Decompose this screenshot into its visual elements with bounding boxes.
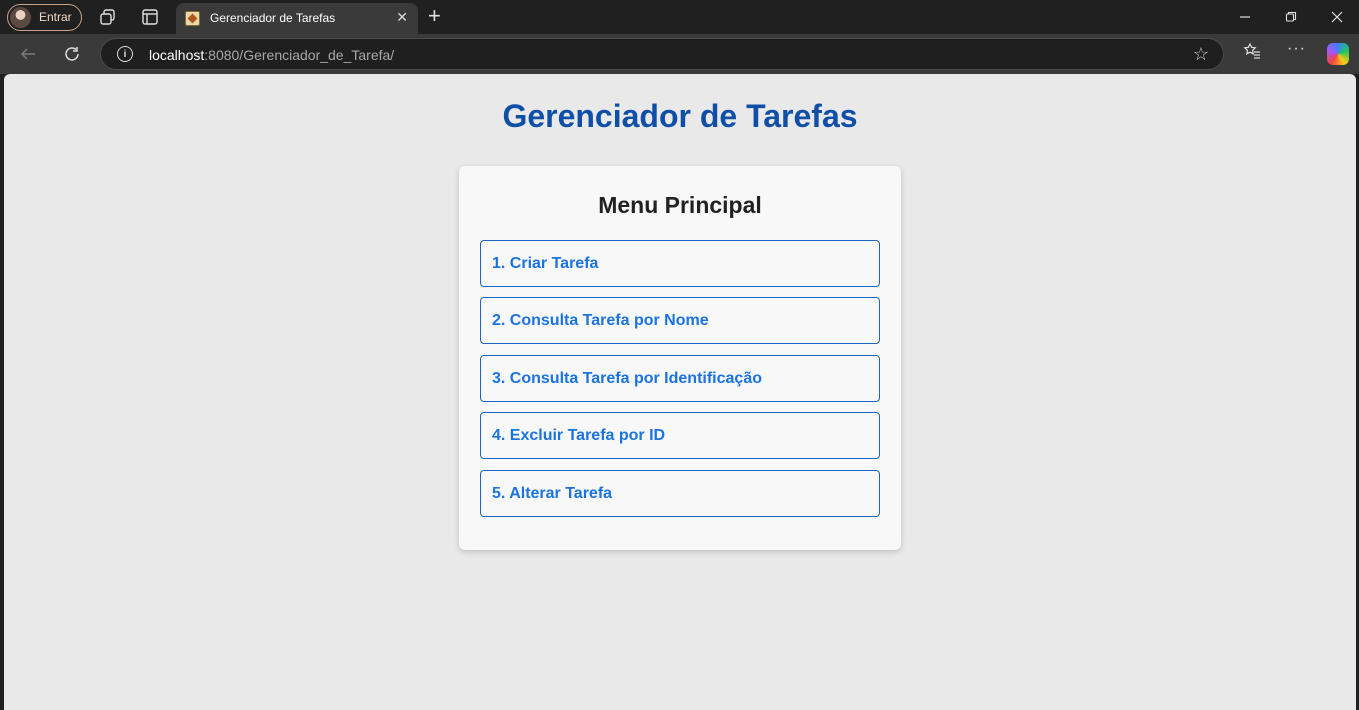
minimize-icon[interactable] [1234,6,1256,28]
avatar [10,7,31,28]
site-info-icon[interactable]: i [117,46,133,62]
tab-close-icon[interactable]: ✕ [396,9,408,26]
menu-item-criar-tarefa[interactable]: 1. Criar Tarefa [480,240,880,287]
restore-icon[interactable] [1280,6,1302,28]
menu-item-label: 2. Consulta Tarefa por Nome [492,312,709,329]
tab-bar: Entrar Gerenciador de Tarefas ✕ + [0,0,1359,34]
active-tab[interactable]: Gerenciador de Tarefas ✕ [176,3,418,34]
menu-item-label: 1. Criar Tarefa [492,255,599,272]
url-host: localhost [149,47,205,63]
back-icon[interactable] [17,43,39,65]
menu-item-label: 4. Excluir Tarefa por ID [492,427,666,444]
profile-label: Entrar [39,10,72,24]
favorite-star-icon[interactable]: ☆ [1193,44,1209,65]
favorites-icon[interactable] [1243,42,1261,65]
copilot-icon[interactable] [1327,43,1349,65]
profile-button[interactable]: Entrar [7,4,82,31]
tab-actions-icon[interactable] [140,7,160,27]
menu-item-alterar-tarefa[interactable]: 5. Alterar Tarefa [480,470,880,517]
page-viewport: Gerenciador de Tarefas Menu Principal 1.… [4,74,1356,710]
address-bar[interactable]: i localhost:8080/Gerenciador_de_Tarefa/ … [100,38,1224,70]
tab-title: Gerenciador de Tarefas [210,11,336,25]
menu-item-excluir-por-id[interactable]: 4. Excluir Tarefa por ID [480,412,880,459]
site-favicon-icon [185,11,200,26]
main-menu-card: Menu Principal 1. Criar Tarefa 2. Consul… [459,166,901,550]
reload-icon[interactable] [61,43,83,65]
menu-item-label: 3. Consulta Tarefa por Identificação [492,370,762,387]
url-path: :8080/Gerenciador_de_Tarefa/ [204,47,395,63]
menu-item-consulta-por-nome[interactable]: 2. Consulta Tarefa por Nome [480,297,880,344]
close-window-icon[interactable] [1326,6,1348,28]
navigation-bar: i localhost:8080/Gerenciador_de_Tarefa/ … [0,34,1359,74]
more-options-icon[interactable]: ··· [1287,40,1306,58]
menu-item-label: 5. Alterar Tarefa [492,485,613,502]
menu-title: Menu Principal [598,192,762,218]
url-text[interactable]: localhost:8080/Gerenciador_de_Tarefa/ [149,47,394,63]
workspaces-icon[interactable] [98,7,118,27]
new-tab-icon[interactable]: + [428,4,441,28]
menu-item-consulta-por-identificacao[interactable]: 3. Consulta Tarefa por Identificação [480,355,880,402]
page-title: Gerenciador de Tarefas [502,98,858,134]
